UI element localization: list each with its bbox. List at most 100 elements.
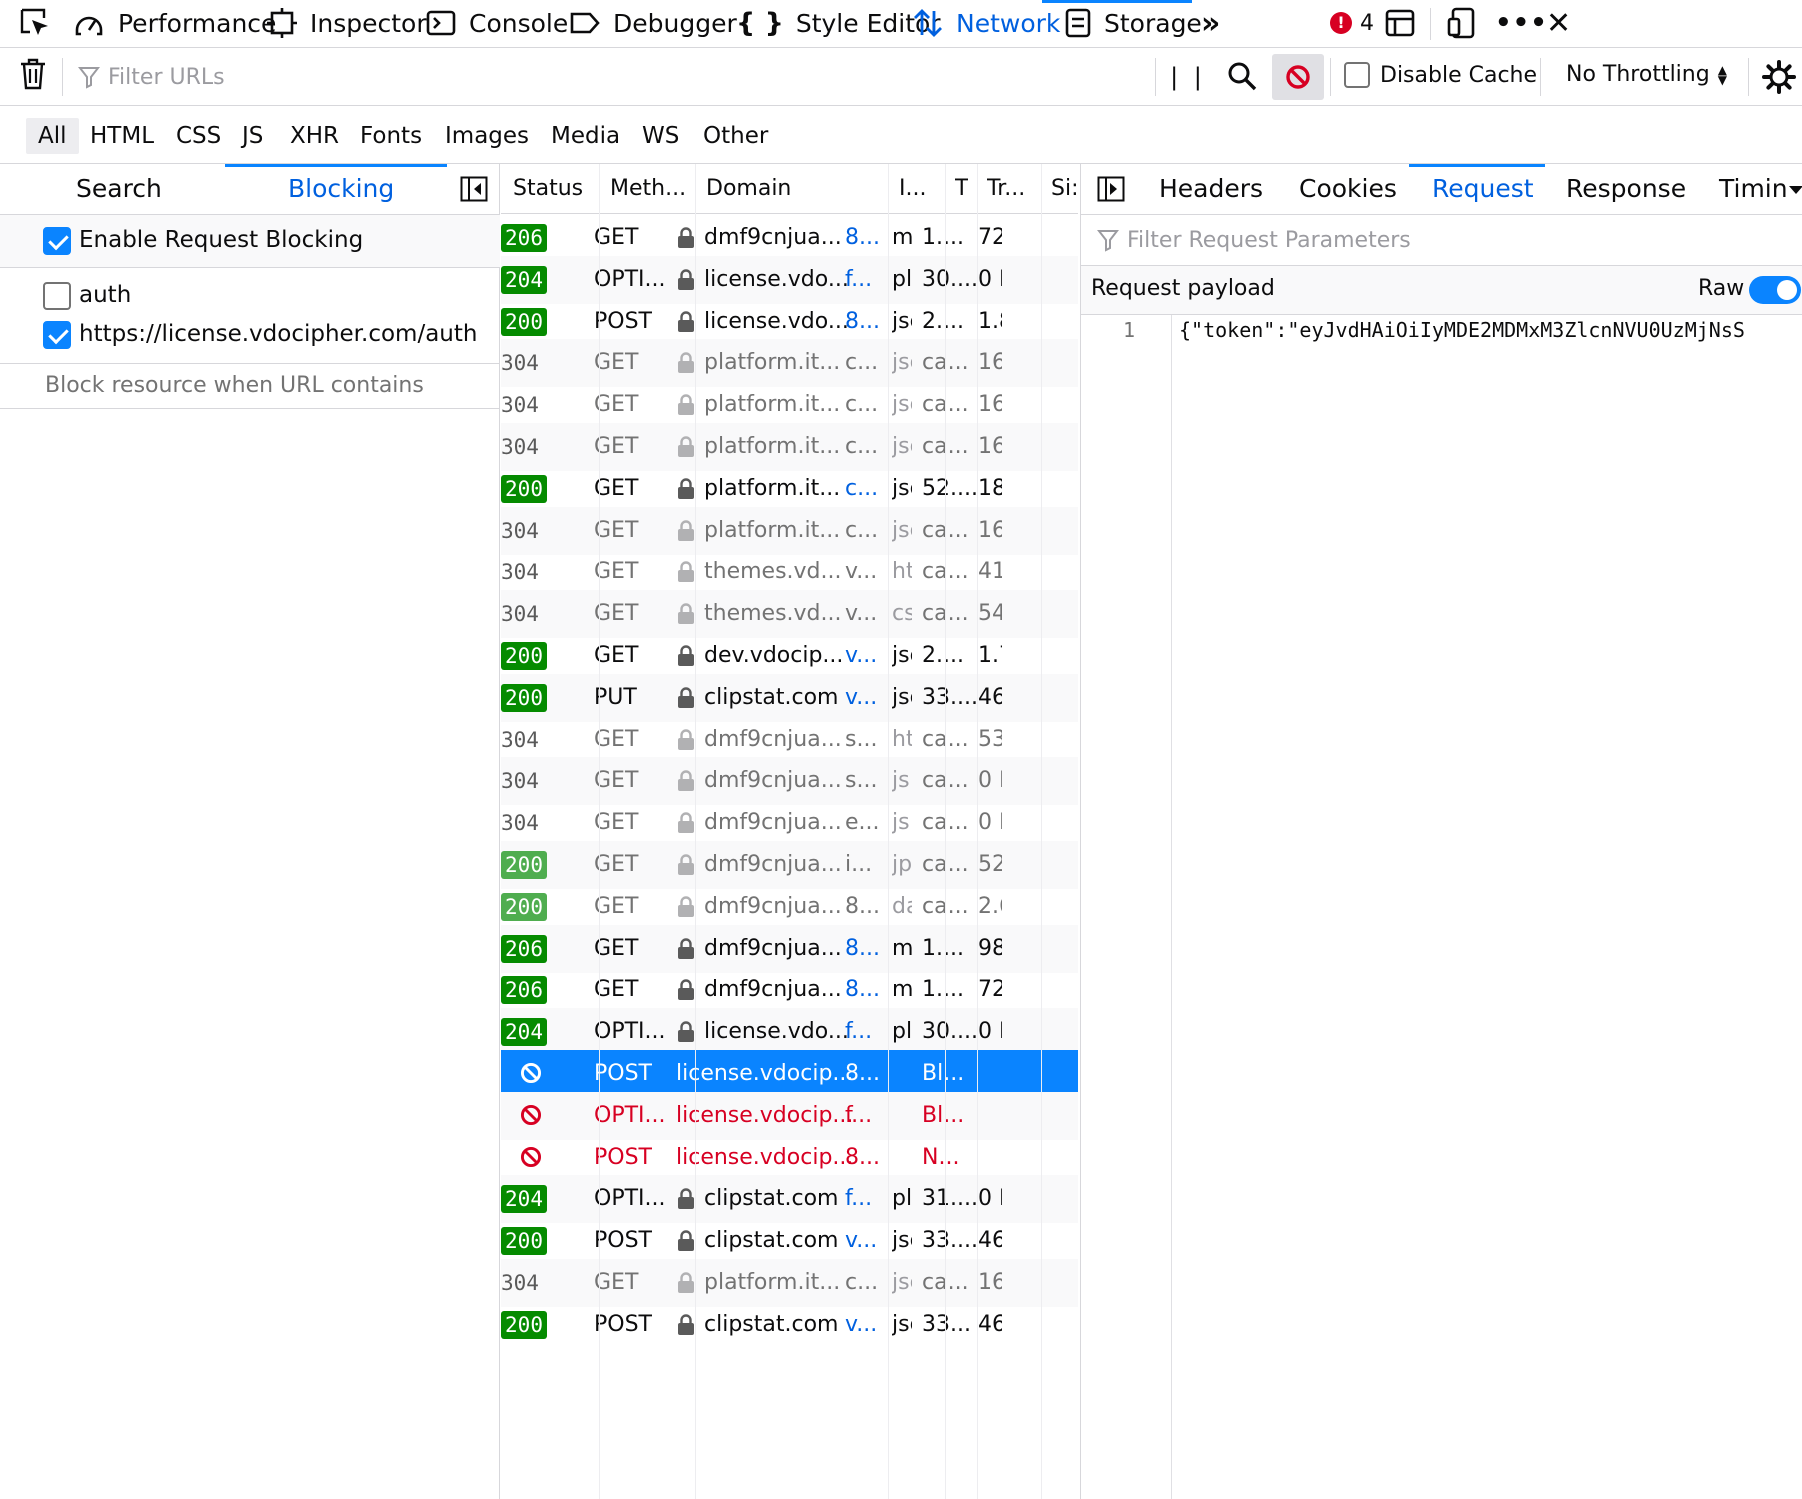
close-toolbox-button[interactable]: ✕ xyxy=(1546,0,1571,46)
error-count-button[interactable]: ! 4 xyxy=(1330,0,1374,46)
request-row[interactable]: 200 GET dmf9cnjua...8... da ca... 2.6 xyxy=(501,883,1078,931)
tab-response[interactable]: Response xyxy=(1566,164,1686,214)
tab-request[interactable]: Request xyxy=(1432,164,1534,214)
request-row[interactable]: POST license.vdocip... 8... N... xyxy=(501,1134,1078,1182)
throttling-select[interactable]: No Throttling ▲ ▼ xyxy=(1566,62,1727,87)
block-pattern-item[interactable]: https://license.vdocipher.com/auth xyxy=(0,315,500,355)
request-blocking-button[interactable] xyxy=(1272,54,1324,100)
tab-style-editor[interactable]: { } Style Editor xyxy=(736,0,941,46)
collapse-sidebar-button[interactable] xyxy=(460,176,488,206)
request-row[interactable]: 206 GET dmf9cnjua...8... m 1.... 98( xyxy=(501,924,1078,973)
tab-timings[interactable]: Timin xyxy=(1719,164,1788,214)
filter-all[interactable]: All xyxy=(26,118,79,154)
column-header-initiator[interactable]: I... xyxy=(899,164,926,214)
request-row[interactable]: 204 OPTI... license.vdo...f... pl 30....0 E xyxy=(501,255,1078,304)
request-row[interactable]: 200 POST license.vdo...8... jsc 2.... 1.8 xyxy=(501,298,1078,346)
raw-toggle[interactable] xyxy=(1749,276,1801,304)
request-row[interactable]: 304 GET platform.it...c... jsc ca... 16 xyxy=(501,339,1078,388)
filter-js[interactable]: JS xyxy=(230,118,275,154)
method-cell: GET xyxy=(594,350,639,376)
toggle-sidebar-button[interactable] xyxy=(1097,176,1125,206)
request-row[interactable]: 200 GET dmf9cnjua...i... jp ca... 52. xyxy=(501,841,1078,889)
domain-cell: license.vdocip... xyxy=(676,1144,854,1170)
split-console-icon xyxy=(1385,9,1415,37)
column-header-method[interactable]: Meth... xyxy=(610,164,686,214)
tab-cookies[interactable]: Cookies xyxy=(1299,164,1397,214)
pattern-checkbox[interactable] xyxy=(43,282,71,310)
filter-fonts[interactable]: Fonts xyxy=(348,118,434,154)
filter-html[interactable]: HTML xyxy=(78,118,166,154)
column-header-domain[interactable]: Domain xyxy=(706,164,791,214)
toolbox-menu-button[interactable]: ••• xyxy=(1495,0,1548,46)
status-code: 304 xyxy=(501,811,539,836)
search-button[interactable] xyxy=(1226,60,1258,96)
payload-code[interactable]: {"token":"eyJvdHAiOiIyMDE2MDMxM3ZlcnNVU0… xyxy=(1179,318,1802,342)
request-row[interactable]: 304 GET themes.vd...v... cs ca... 54. xyxy=(501,590,1078,639)
tab-blocking[interactable]: Blocking xyxy=(288,164,394,214)
braces-icon: { } xyxy=(736,7,784,39)
size-cell: 1.8 xyxy=(978,308,1002,334)
tabs-overflow-chevron-icon[interactable] xyxy=(1789,186,1802,194)
domain-cell: themes.vd... xyxy=(704,601,842,627)
lock-icon xyxy=(677,394,695,420)
column-header-size[interactable]: Si: xyxy=(1051,164,1078,214)
enable-blocking-checkbox[interactable] xyxy=(43,227,71,255)
request-row[interactable]: 200 GET dev.vdocip...v... jsc 2.... 1.7 xyxy=(501,632,1078,680)
request-row[interactable]: 304 GET themes.vd...v... ht ca... 41. xyxy=(501,548,1078,596)
add-block-pattern-input[interactable]: Block resource when URL contains xyxy=(0,364,500,408)
domain-cell: license.vdocip... xyxy=(676,1102,854,1128)
initiator-cell: 8... xyxy=(845,977,880,1003)
request-row[interactable]: 200 GET platform.it...c... jsc 52....18( xyxy=(501,465,1078,513)
tab-headers[interactable]: Headers xyxy=(1159,164,1263,214)
request-row[interactable]: 304 GET platform.it...c... jsc ca... 16 xyxy=(501,506,1078,555)
tab-network[interactable]: Network xyxy=(912,0,1060,46)
filter-request-parameters-input[interactable]: Filter Request Parameters xyxy=(1097,215,1797,265)
disable-cache-checkbox[interactable]: Disable Cache xyxy=(1344,62,1537,88)
filter-xhr[interactable]: XHR xyxy=(278,118,351,154)
request-row[interactable]: 304 GET platform.it...c... jsc ca... 16 xyxy=(501,423,1078,471)
tab-storage[interactable]: Storage xyxy=(1064,0,1202,46)
request-row[interactable]: 304 GET platform.it...c... jsc ca... 16 xyxy=(501,1259,1078,1307)
request-row[interactable]: 304 GET platform.it...c... jsc ca... 16 xyxy=(501,381,1078,429)
lock-icon xyxy=(677,519,695,546)
domain-cell: clipstat.com xyxy=(704,1311,839,1337)
pattern-checkbox[interactable] xyxy=(43,321,71,349)
request-row[interactable]: 206 GET dmf9cnjua...8... m 1.... 72: xyxy=(501,214,1078,262)
status-code: 304 xyxy=(501,393,539,418)
tab-performance[interactable]: Performance xyxy=(72,0,276,46)
request-row[interactable]: 204 OPTI... clipstat.comf... pl 31....0 E xyxy=(501,1175,1078,1224)
filter-ws[interactable]: WS xyxy=(630,118,691,154)
request-row[interactable]: 304 GET dmf9cnjua... s... ht ca... 53 xyxy=(501,716,1078,764)
column-header-status[interactable]: Status xyxy=(513,164,583,214)
network-settings-button[interactable] xyxy=(1762,60,1796,98)
request-row[interactable]: 304 GET dmf9cnjua...s... js ca... 0 E xyxy=(501,757,1078,806)
size-cell: 16 xyxy=(978,434,1002,459)
request-row[interactable]: 206 GET dmf9cnjua...8... m 1.... 72: xyxy=(501,966,1078,1014)
column-header-type[interactable]: T xyxy=(955,164,968,214)
filter-media[interactable]: Media xyxy=(539,118,632,154)
filter-css[interactable]: CSS xyxy=(164,118,233,154)
request-row[interactable]: 204 OPTI... license.vdo...f... pl 30....0 E xyxy=(501,1008,1078,1057)
tab-search[interactable]: Search xyxy=(76,164,162,214)
tab-inspector[interactable]: Inspector xyxy=(266,0,427,46)
filter-images[interactable]: Images xyxy=(433,118,541,154)
filter-urls-input[interactable]: Filter URLs xyxy=(78,57,1158,97)
request-row[interactable]: 200 POST clipstat.comv... jsc 33....46 xyxy=(501,1217,1078,1265)
enable-blocking-row[interactable]: Enable Request Blocking xyxy=(0,215,500,267)
block-pattern-item[interactable]: auth xyxy=(0,276,500,316)
column-header-transferred[interactable]: Tr... xyxy=(987,164,1025,214)
responsive-design-button[interactable] xyxy=(1447,0,1477,46)
request-row[interactable]: 200 PUT clipstat.comv... jsc 33....46 xyxy=(501,673,1078,722)
split-console-button[interactable] xyxy=(1385,0,1415,46)
tab-console[interactable]: Console xyxy=(425,0,568,46)
element-picker-button[interactable] xyxy=(18,0,52,46)
clear-button[interactable] xyxy=(18,57,48,95)
request-row[interactable]: POST license.vdocip... 8... Bl... xyxy=(501,1050,1078,1098)
more-tools-button[interactable]: » xyxy=(1201,0,1220,46)
request-row[interactable]: 200 POST clipstat.comv... jsc 33... 46 xyxy=(501,1301,1078,1349)
request-row[interactable]: 304 GET dmf9cnjua...e... js ca... 0 E xyxy=(501,799,1078,847)
pause-button[interactable]: | | xyxy=(1170,58,1206,96)
tab-debugger[interactable]: Debugger xyxy=(569,0,737,46)
filter-other[interactable]: Other xyxy=(691,118,780,154)
request-row[interactable]: OPTI... license.vdocip... f... Bl... xyxy=(501,1091,1078,1140)
